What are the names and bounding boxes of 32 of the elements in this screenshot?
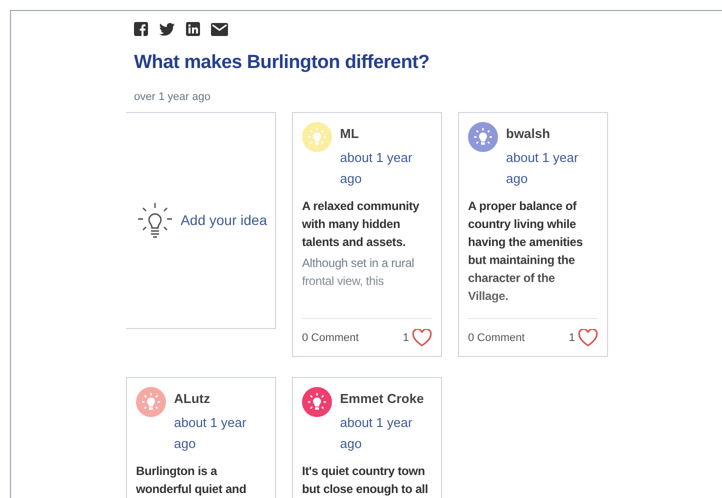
author-name: ALutz	[173, 390, 212, 408]
idea-card[interactable]: bwalsh about 1 year ago A proper balance of country living while having the amenities but maintaining the character of the Village. 0 Comment 1	[458, 112, 608, 358]
post-time: about 1 year ago	[506, 150, 578, 186]
idea-card[interactable]: Emmet Croke about 1 year ago It's quiet country town but close enough to all	[292, 377, 442, 498]
comment-count[interactable]: 0 Comment	[468, 330, 525, 346]
idea-card[interactable]: ALutz about 1 year ago Burlington is a wonderful quiet and	[126, 377, 276, 498]
add-idea-card[interactable]: Add your idea	[126, 112, 276, 330]
idea-title: A relaxed community with many hidden talents and assets.	[302, 198, 420, 252]
like-count: 1	[568, 330, 575, 346]
comment-count[interactable]: 0 Comment	[302, 330, 359, 346]
idea-excerpt: Although set in a rural frontal view, this	[302, 255, 416, 290]
like-count: 1	[402, 330, 409, 346]
facebook-icon[interactable]	[134, 22, 148, 36]
post-time: about 1 year ago	[174, 415, 246, 452]
page-title: What makes Burlington different?	[134, 51, 430, 75]
author-name: ML	[339, 125, 360, 144]
bird-icon[interactable]	[159, 22, 175, 36]
post-time: about 1 year ago	[340, 415, 412, 452]
lightbulb-icon	[136, 202, 173, 240]
envelope-icon[interactable]	[211, 22, 228, 36]
idea-title: A proper balance of country living while having the amenities but maintaining the character of the Village.	[468, 198, 584, 306]
heart-icon[interactable]	[578, 328, 598, 347]
add-idea-link[interactable]: Add your idea	[180, 210, 267, 232]
idea-title: Burlington is a wonderful quiet and	[136, 463, 248, 498]
posted-time: over 1 year ago	[134, 90, 212, 105]
idea-card[interactable]: ML about 1 year ago A relaxed community with many hidden talents and assets. Although set in a rural frontal view, this 0 Comment 1	[292, 112, 442, 358]
heart-icon[interactable]	[412, 328, 432, 347]
post-time: about 1 year ago	[340, 150, 412, 186]
author-name: bwalsh	[505, 125, 552, 144]
author-name: Emmet Croke	[339, 390, 425, 408]
idea-title: It's quiet country town but close enough to all	[302, 463, 430, 498]
linkedin-icon[interactable]	[186, 22, 200, 36]
